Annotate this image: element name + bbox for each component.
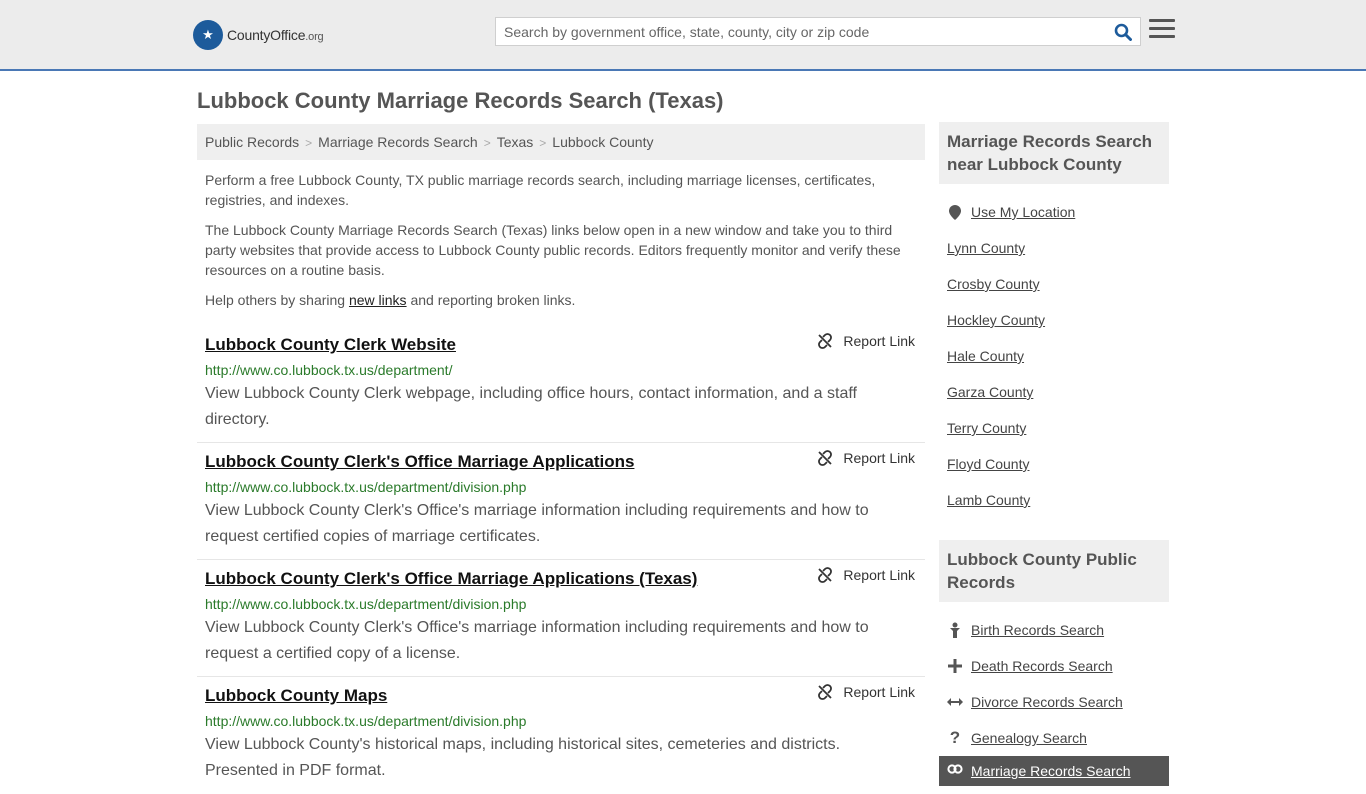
sidebar-item-marriage-records[interactable]: Marriage Records Search: [939, 756, 1169, 786]
link-url: http://www.co.lubbock.tx.us/department/: [205, 362, 453, 378]
intro-paragraph-2: The Lubbock County Marriage Records Sear…: [205, 222, 901, 278]
breadcrumb-separator: >: [305, 136, 313, 150]
nearby-heading: Marriage Records Search near Lubbock Cou…: [939, 122, 1169, 184]
county-link[interactable]: Hockley County: [947, 312, 1045, 328]
intro-paragraph-3: Help others by sharing new links and rep…: [205, 292, 576, 308]
link-url: http://www.co.lubbock.tx.us/department/d…: [205, 479, 527, 495]
intro-text: Perform a free Lubbock County, TX public…: [205, 170, 917, 320]
report-link-button[interactable]: Report Link: [817, 449, 915, 467]
list-item: Lubbock County Clerk's Office Marriage A…: [197, 560, 925, 677]
location-pin-icon: [947, 204, 963, 220]
birth-records-link[interactable]: Birth Records Search: [971, 622, 1104, 638]
death-records-link[interactable]: Death Records Search: [971, 658, 1113, 674]
birth-icon: [947, 622, 963, 638]
search-icon: [1114, 23, 1132, 41]
report-link-button[interactable]: Report Link: [817, 683, 915, 701]
link-description: View Lubbock County Clerk webpage, inclu…: [205, 385, 857, 428]
sidebar-item-birth-records[interactable]: Birth Records Search: [947, 612, 1161, 648]
breadcrumb-marriage-records[interactable]: Marriage Records Search: [318, 134, 478, 150]
breadcrumb-separator: >: [539, 136, 547, 150]
sidebar-item-genealogy[interactable]: ? Genealogy Search: [947, 720, 1161, 756]
sidebar-item-use-location[interactable]: Use My Location: [947, 194, 1161, 230]
menu-bar: [1149, 35, 1175, 38]
county-link[interactable]: Crosby County: [947, 276, 1040, 292]
breadcrumb: Public Records > Marriage Records Search > T…: [197, 124, 925, 160]
link-title[interactable]: Lubbock County Clerk's Office Marriage A…: [205, 448, 634, 476]
sidebar-item-divorce-records[interactable]: Divorce Records Search: [947, 684, 1161, 720]
link-description: View Lubbock County Clerk's Office's mar…: [205, 502, 869, 545]
cross-icon: [947, 659, 963, 673]
county-link[interactable]: Lamb County: [947, 492, 1030, 508]
sidebar-item-county[interactable]: Floyd County: [947, 446, 1161, 482]
nearby-county-list: Use My Location Lynn County Crosby Count…: [939, 184, 1169, 526]
breadcrumb-texas[interactable]: Texas: [497, 134, 534, 150]
list-item: Lubbock County Maps Report Link http://w…: [197, 677, 925, 794]
link-description: View Lubbock County's historical maps, i…: [205, 736, 841, 779]
broken-link-icon: [818, 567, 833, 583]
county-link[interactable]: Terry County: [947, 420, 1026, 436]
county-link[interactable]: Lynn County: [947, 240, 1025, 256]
broken-link-icon: [818, 450, 833, 466]
search-input[interactable]: [496, 18, 1096, 45]
report-link-button[interactable]: Report Link: [817, 332, 915, 350]
link-description: View Lubbock County Clerk's Office's mar…: [205, 619, 869, 662]
county-link[interactable]: Floyd County: [947, 456, 1029, 472]
genealogy-link[interactable]: Genealogy Search: [971, 730, 1087, 746]
question-icon: ?: [949, 728, 961, 747]
link-url: http://www.co.lubbock.tx.us/department/d…: [205, 596, 527, 612]
public-records-list: Birth Records Search Death Records Searc…: [939, 602, 1169, 794]
link-title[interactable]: Lubbock County Maps: [205, 682, 387, 710]
menu-bar: [1149, 19, 1175, 22]
report-link-button[interactable]: Report Link: [817, 566, 915, 584]
menu-bar: [1149, 27, 1175, 30]
hamburger-menu-button[interactable]: [1149, 19, 1175, 43]
sidebar-item-county[interactable]: Hockley County: [947, 302, 1161, 338]
sidebar-item-death-records[interactable]: Death Records Search: [947, 648, 1161, 684]
sidebar-item-county[interactable]: Hale County: [947, 338, 1161, 374]
breadcrumb-separator: >: [483, 136, 491, 150]
sidebar-item-county[interactable]: Lynn County: [947, 230, 1161, 266]
link-url: http://www.co.lubbock.tx.us/department/d…: [205, 713, 527, 729]
divorce-records-link[interactable]: Divorce Records Search: [971, 694, 1123, 710]
broken-link-icon: [818, 333, 833, 349]
sidebar-item-county[interactable]: Crosby County: [947, 266, 1161, 302]
link-title[interactable]: Lubbock County Clerk Website: [205, 331, 456, 359]
logo-seal-icon: ★: [193, 20, 223, 50]
marriage-records-link[interactable]: Marriage Records Search: [971, 763, 1131, 779]
intro-paragraph-1: Perform a free Lubbock County, TX public…: [205, 172, 876, 208]
list-item: Lubbock County Clerk Website Report Link…: [197, 326, 925, 443]
rings-icon: [947, 763, 963, 775]
arrows-icon: [947, 697, 963, 707]
sidebar: Marriage Records Search near Lubbock Cou…: [939, 122, 1169, 794]
county-link[interactable]: Garza County: [947, 384, 1033, 400]
use-location-link[interactable]: Use My Location: [971, 204, 1075, 220]
link-title[interactable]: Lubbock County Clerk's Office Marriage A…: [205, 565, 697, 593]
broken-link-icon: [818, 684, 833, 700]
breadcrumb-public-records[interactable]: Public Records: [205, 134, 299, 150]
list-item: Lubbock County Clerk's Office Marriage A…: [197, 443, 925, 560]
page-title: Lubbock County Marriage Records Search (…: [197, 88, 724, 113]
site-header: ★ CountyOffice.org: [0, 0, 1366, 71]
new-links-link[interactable]: new links: [349, 292, 407, 308]
breadcrumb-lubbock-county[interactable]: Lubbock County: [552, 134, 653, 150]
search-button[interactable]: [1112, 21, 1134, 43]
record-links-list: Lubbock County Clerk Website Report Link…: [197, 326, 925, 794]
public-records-heading: Lubbock County Public Records: [939, 540, 1169, 602]
county-link[interactable]: Hale County: [947, 348, 1024, 364]
sidebar-item-county[interactable]: Garza County: [947, 374, 1161, 410]
sidebar-item-county[interactable]: Lamb County: [947, 482, 1161, 518]
logo-text: CountyOffice.org: [227, 27, 324, 43]
sidebar-item-county[interactable]: Terry County: [947, 410, 1161, 446]
search-bar: [495, 17, 1141, 46]
site-logo[interactable]: ★ CountyOffice.org: [193, 20, 324, 50]
